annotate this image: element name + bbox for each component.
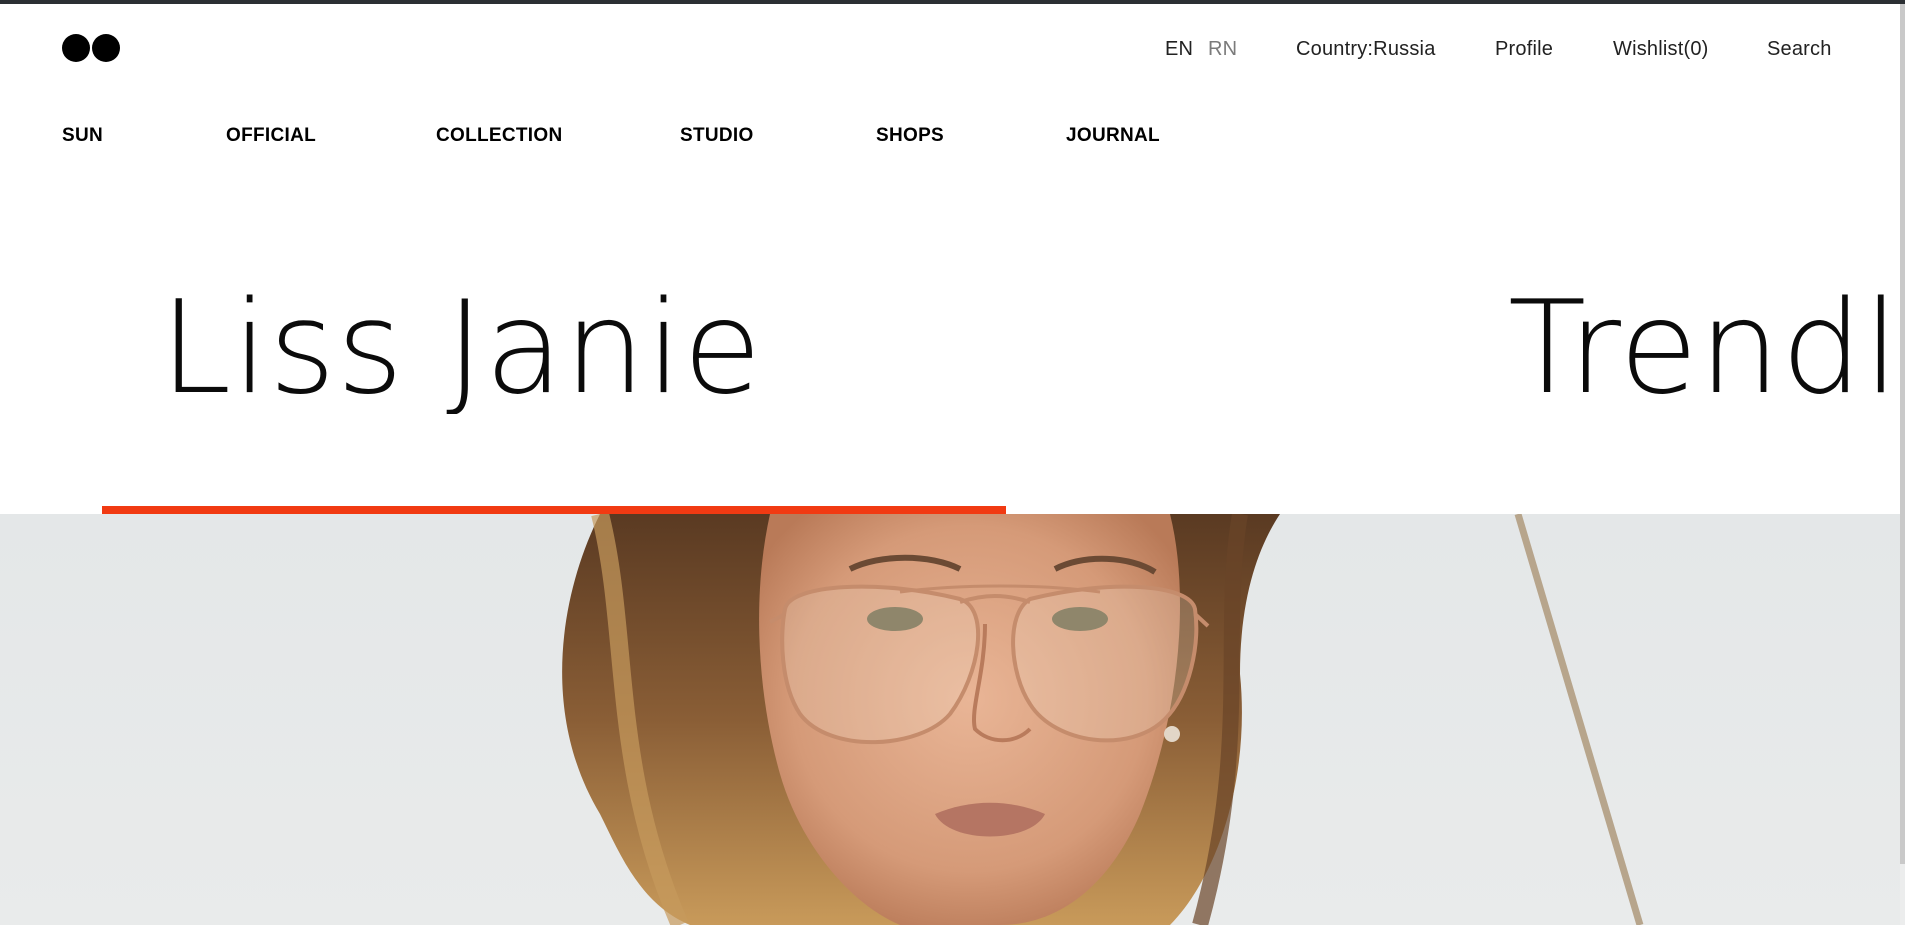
wishlist-link[interactable]: Wishlist(0): [1613, 38, 1709, 61]
page: EN RN Country:Russia Profile Wishlist(0)…: [0, 4, 1900, 925]
nav-item-collection[interactable]: COLLECTION: [436, 125, 563, 147]
nav-item-studio[interactable]: STUDIO: [680, 125, 754, 147]
marquee-text: Liss Janie: [160, 274, 763, 414]
hero-image: [0, 514, 1900, 925]
language-en[interactable]: EN: [1165, 38, 1193, 61]
nav-item-official[interactable]: OFFICIAL: [226, 125, 316, 147]
nav-item-shops[interactable]: SHOPS: [876, 125, 944, 147]
profile-link[interactable]: Profile: [1495, 38, 1553, 61]
hero-marquee: Liss Janie Trendli: [0, 274, 1900, 414]
search-link[interactable]: Search: [1767, 38, 1832, 61]
utility-nav: EN RN Country:Russia Profile Wishlist(0)…: [0, 38, 1900, 62]
nav-item-sun[interactable]: SUN: [62, 125, 103, 147]
language-rn[interactable]: RN: [1208, 38, 1237, 61]
country-selector[interactable]: Country:Russia: [1296, 38, 1436, 61]
nav-item-journal[interactable]: JOURNAL: [1066, 125, 1160, 147]
main-nav: SUN OFFICIAL COLLECTION STUDIO SHOPS JOU…: [0, 125, 1400, 155]
marquee-text: Trendli: [1508, 274, 1900, 414]
hero-photo-illustration: [562, 514, 1644, 925]
scrollbar-thumb[interactable]: [1900, 4, 1905, 864]
